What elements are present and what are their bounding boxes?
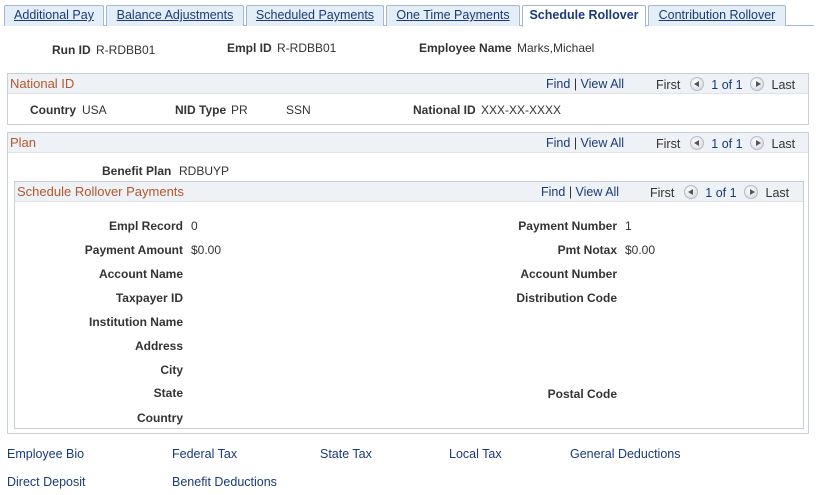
postal-code-label: Postal Code: [547, 387, 617, 401]
distribution-code-label: Distribution Code: [516, 291, 617, 305]
run-id-label: Run ID: [52, 43, 91, 57]
general-deductions-link[interactable]: General Deductions: [570, 447, 680, 461]
nid-type-value: PR: [231, 103, 248, 117]
plan-pager: First 1 of 1 Last: [656, 136, 795, 151]
payment-amount-label: Payment Amount: [84, 243, 183, 257]
prev-arrow-icon[interactable]: [683, 185, 698, 199]
tab-schedule-rollover[interactable]: Schedule Rollover: [522, 5, 646, 27]
employee-name-label: Employee Name: [419, 41, 512, 55]
empl-id-label: Empl ID: [227, 41, 272, 55]
view-all-link[interactable]: View All: [576, 185, 620, 199]
federal-tax-link[interactable]: Federal Tax: [172, 447, 237, 461]
state-label: State: [153, 386, 183, 400]
page-count: 1 of 1: [711, 78, 743, 92]
prev-arrow-icon[interactable]: [689, 77, 704, 91]
national-id-header: National ID Find | View All First 1 of 1…: [8, 74, 808, 94]
last-label: Last: [765, 186, 790, 200]
first-label: First: [656, 137, 681, 151]
national-id-value: XXX-XX-XXXX: [481, 103, 562, 117]
rollover-nav: Find | View All: [541, 185, 619, 199]
nav-separator: |: [573, 136, 578, 150]
account-name-label: Account Name: [98, 267, 183, 281]
national-id-label: National ID: [413, 103, 476, 117]
first-label: First: [656, 78, 681, 92]
empl-record-label: Empl Record: [108, 219, 183, 233]
page-count: 1 of 1: [711, 137, 743, 151]
schedule-rollover-section: Schedule Rollover Payments Find | View A…: [14, 181, 804, 429]
next-arrow-icon[interactable]: [744, 185, 759, 199]
account-number-label: Account Number: [520, 267, 617, 281]
last-label: Last: [771, 78, 796, 92]
schedule-rollover-title: Schedule Rollover Payments: [17, 184, 184, 199]
schedule-rollover-header: Schedule Rollover Payments Find | View A…: [15, 182, 803, 202]
payment-number-value: 1: [625, 219, 632, 233]
plan-header: Plan Find | View All First 1 of 1 Last: [8, 133, 808, 153]
institution-name-label: Institution Name: [88, 315, 183, 329]
city-label: City: [160, 363, 183, 377]
tab-balance-adjustments[interactable]: Balance Adjustments: [106, 5, 244, 26]
country-value: USA: [82, 103, 107, 117]
find-link[interactable]: Find: [541, 185, 565, 199]
tab-additional-pay[interactable]: Additional Pay: [4, 5, 104, 26]
run-id-value: R-RDBB01: [96, 43, 156, 57]
payment-number-label: Payment Number: [518, 219, 617, 233]
country-label: Country: [137, 411, 183, 425]
national-id-title: National ID: [10, 76, 75, 91]
page-count: 1 of 1: [705, 186, 737, 200]
last-label: Last: [771, 137, 796, 151]
national-id-section: National ID Find | View All First 1 of 1…: [7, 73, 809, 125]
pmt-notax-label: Pmt Notax: [557, 243, 617, 257]
find-link[interactable]: Find: [546, 77, 570, 91]
first-label: First: [650, 186, 675, 200]
employee-bio-link[interactable]: Employee Bio: [7, 447, 84, 461]
next-arrow-icon[interactable]: [750, 136, 765, 150]
nav-separator: |: [573, 77, 578, 91]
benefit-deductions-link[interactable]: Benefit Deductions: [172, 475, 277, 489]
plan-nav: Find | View All: [546, 136, 624, 150]
view-all-link[interactable]: View All: [581, 136, 625, 150]
benefit-plan-value: RDBUYP: [179, 164, 230, 178]
payment-amount-value: $0.00: [191, 243, 222, 257]
pmt-notax-value: $0.00: [625, 243, 656, 257]
plan-section: Plan Find | View All First 1 of 1 Last B…: [7, 132, 809, 434]
country-label: Country: [30, 103, 76, 117]
rollover-pager: First 1 of 1 Last: [650, 185, 789, 200]
empl-id-value: R-RDBB01: [277, 41, 337, 55]
state-tax-link[interactable]: State Tax: [320, 447, 372, 461]
tab-scheduled-payments[interactable]: Scheduled Payments: [246, 5, 384, 26]
national-id-nav: Find | View All: [546, 77, 624, 91]
address-label: Address: [134, 339, 183, 353]
tab-contribution-rollover[interactable]: Contribution Rollover: [648, 5, 786, 26]
nav-separator: |: [568, 185, 573, 199]
plan-title: Plan: [10, 135, 37, 150]
next-arrow-icon[interactable]: [750, 77, 765, 91]
find-link[interactable]: Find: [546, 136, 570, 150]
tab-bar: Additional Pay Balance Adjustments Sched…: [4, 5, 814, 27]
nid-type-description: SSN: [286, 103, 311, 117]
view-all-link[interactable]: View All: [581, 77, 625, 91]
benefit-plan-label: Benefit Plan: [102, 164, 172, 178]
employee-name-value: Marks,Michael: [517, 41, 595, 55]
empl-record-value: 0: [191, 219, 198, 233]
taxpayer-id-label: Taxpayer ID: [115, 291, 183, 305]
national-id-pager: First 1 of 1 Last: [656, 77, 795, 92]
tab-one-time-payments[interactable]: One Time Payments: [386, 5, 520, 26]
nid-type-label: NID Type: [175, 103, 227, 117]
local-tax-link[interactable]: Local Tax: [449, 447, 502, 461]
prev-arrow-icon[interactable]: [689, 136, 704, 150]
direct-deposit-link[interactable]: Direct Deposit: [7, 475, 86, 489]
